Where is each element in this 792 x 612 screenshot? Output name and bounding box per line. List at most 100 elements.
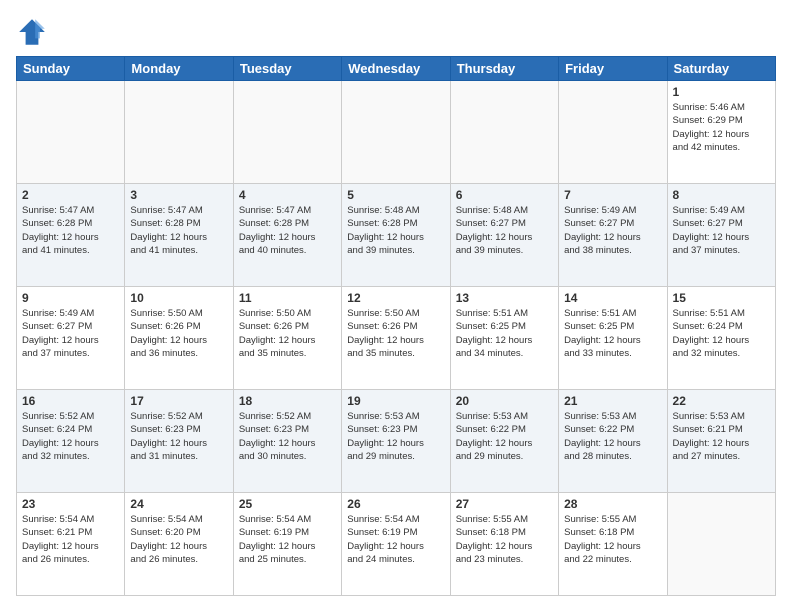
- day-info: Sunrise: 5:50 AM Sunset: 6:26 PM Dayligh…: [347, 307, 444, 360]
- day-info: Sunrise: 5:49 AM Sunset: 6:27 PM Dayligh…: [22, 307, 119, 360]
- calendar-cell: [342, 81, 450, 184]
- calendar-cell: [17, 81, 125, 184]
- calendar-cell: 8 Sunrise: 5:49 AM Sunset: 6:27 PM Daylig…: [667, 184, 775, 287]
- calendar-cell: [233, 81, 341, 184]
- calendar-cell: 22 Sunrise: 5:53 AM Sunset: 6:21 PM Dayli…: [667, 390, 775, 493]
- weekday-header-saturday: Saturday: [667, 57, 775, 81]
- day-number: 9: [22, 291, 119, 305]
- day-number: 1: [673, 85, 770, 99]
- day-number: 20: [456, 394, 553, 408]
- weekday-header-monday: Monday: [125, 57, 233, 81]
- day-info: Sunrise: 5:49 AM Sunset: 6:27 PM Dayligh…: [673, 204, 770, 257]
- day-number: 2: [22, 188, 119, 202]
- day-number: 6: [456, 188, 553, 202]
- day-info: Sunrise: 5:54 AM Sunset: 6:21 PM Dayligh…: [22, 513, 119, 566]
- day-number: 21: [564, 394, 661, 408]
- day-info: Sunrise: 5:53 AM Sunset: 6:21 PM Dayligh…: [673, 410, 770, 463]
- day-number: 17: [130, 394, 227, 408]
- calendar-cell: 18 Sunrise: 5:52 AM Sunset: 6:23 PM Dayli…: [233, 390, 341, 493]
- day-info: Sunrise: 5:52 AM Sunset: 6:24 PM Dayligh…: [22, 410, 119, 463]
- day-number: 24: [130, 497, 227, 511]
- day-info: Sunrise: 5:50 AM Sunset: 6:26 PM Dayligh…: [130, 307, 227, 360]
- day-info: Sunrise: 5:55 AM Sunset: 6:18 PM Dayligh…: [564, 513, 661, 566]
- calendar-cell: 23 Sunrise: 5:54 AM Sunset: 6:21 PM Dayli…: [17, 493, 125, 596]
- calendar-cell: 16 Sunrise: 5:52 AM Sunset: 6:24 PM Dayli…: [17, 390, 125, 493]
- calendar-cell: 19 Sunrise: 5:53 AM Sunset: 6:23 PM Dayli…: [342, 390, 450, 493]
- day-info: Sunrise: 5:47 AM Sunset: 6:28 PM Dayligh…: [130, 204, 227, 257]
- day-number: 19: [347, 394, 444, 408]
- day-number: 4: [239, 188, 336, 202]
- weekday-header-thursday: Thursday: [450, 57, 558, 81]
- calendar-cell: 15 Sunrise: 5:51 AM Sunset: 6:24 PM Dayli…: [667, 287, 775, 390]
- calendar-cell: 5 Sunrise: 5:48 AM Sunset: 6:28 PM Daylig…: [342, 184, 450, 287]
- week-row-3: 16 Sunrise: 5:52 AM Sunset: 6:24 PM Dayli…: [17, 390, 776, 493]
- day-number: 15: [673, 291, 770, 305]
- week-row-2: 9 Sunrise: 5:49 AM Sunset: 6:27 PM Daylig…: [17, 287, 776, 390]
- calendar-cell: 4 Sunrise: 5:47 AM Sunset: 6:28 PM Daylig…: [233, 184, 341, 287]
- day-info: Sunrise: 5:52 AM Sunset: 6:23 PM Dayligh…: [239, 410, 336, 463]
- day-number: 14: [564, 291, 661, 305]
- day-number: 12: [347, 291, 444, 305]
- day-number: 13: [456, 291, 553, 305]
- weekday-header-row: SundayMondayTuesdayWednesdayThursdayFrid…: [17, 57, 776, 81]
- day-number: 22: [673, 394, 770, 408]
- logo-icon: [16, 16, 48, 48]
- day-number: 5: [347, 188, 444, 202]
- day-number: 25: [239, 497, 336, 511]
- calendar-cell: 26 Sunrise: 5:54 AM Sunset: 6:19 PM Dayli…: [342, 493, 450, 596]
- day-info: Sunrise: 5:53 AM Sunset: 6:22 PM Dayligh…: [564, 410, 661, 463]
- day-info: Sunrise: 5:53 AM Sunset: 6:23 PM Dayligh…: [347, 410, 444, 463]
- day-info: Sunrise: 5:51 AM Sunset: 6:25 PM Dayligh…: [456, 307, 553, 360]
- weekday-header-friday: Friday: [559, 57, 667, 81]
- calendar-table: SundayMondayTuesdayWednesdayThursdayFrid…: [16, 56, 776, 596]
- day-info: Sunrise: 5:48 AM Sunset: 6:28 PM Dayligh…: [347, 204, 444, 257]
- day-number: 23: [22, 497, 119, 511]
- day-info: Sunrise: 5:54 AM Sunset: 6:19 PM Dayligh…: [239, 513, 336, 566]
- day-number: 3: [130, 188, 227, 202]
- week-row-1: 2 Sunrise: 5:47 AM Sunset: 6:28 PM Daylig…: [17, 184, 776, 287]
- day-info: Sunrise: 5:51 AM Sunset: 6:24 PM Dayligh…: [673, 307, 770, 360]
- day-info: Sunrise: 5:54 AM Sunset: 6:20 PM Dayligh…: [130, 513, 227, 566]
- calendar-cell: 2 Sunrise: 5:47 AM Sunset: 6:28 PM Daylig…: [17, 184, 125, 287]
- day-info: Sunrise: 5:52 AM Sunset: 6:23 PM Dayligh…: [130, 410, 227, 463]
- calendar-cell: 11Sunrise: 5:50 AM Sunset: 6:26 PM Dayli…: [233, 287, 341, 390]
- calendar-cell: 14 Sunrise: 5:51 AM Sunset: 6:25 PM Dayli…: [559, 287, 667, 390]
- calendar-cell: 7 Sunrise: 5:49 AM Sunset: 6:27 PM Daylig…: [559, 184, 667, 287]
- calendar-cell: 12 Sunrise: 5:50 AM Sunset: 6:26 PM Dayli…: [342, 287, 450, 390]
- day-info: Sunrise: 5:54 AM Sunset: 6:19 PM Dayligh…: [347, 513, 444, 566]
- week-row-0: 1 Sunrise: 5:46 AM Sunset: 6:29 PM Daylig…: [17, 81, 776, 184]
- day-number: 18: [239, 394, 336, 408]
- day-info: Sunrise: 5:55 AM Sunset: 6:18 PM Dayligh…: [456, 513, 553, 566]
- day-info: Sunrise: 5:48 AM Sunset: 6:27 PM Dayligh…: [456, 204, 553, 257]
- day-info: Sunrise: 5:51 AM Sunset: 6:25 PM Dayligh…: [564, 307, 661, 360]
- calendar-cell: 10 Sunrise: 5:50 AM Sunset: 6:26 PM Dayli…: [125, 287, 233, 390]
- day-number: 10: [130, 291, 227, 305]
- weekday-header-wednesday: Wednesday: [342, 57, 450, 81]
- calendar-cell: 28 Sunrise: 5:55 AM Sunset: 6:18 PM Dayli…: [559, 493, 667, 596]
- day-number: 8: [673, 188, 770, 202]
- calendar-cell: 9 Sunrise: 5:49 AM Sunset: 6:27 PM Daylig…: [17, 287, 125, 390]
- logo: [16, 16, 52, 48]
- calendar-cell: 17 Sunrise: 5:52 AM Sunset: 6:23 PM Dayli…: [125, 390, 233, 493]
- week-row-4: 23 Sunrise: 5:54 AM Sunset: 6:21 PM Dayli…: [17, 493, 776, 596]
- calendar-cell: 6 Sunrise: 5:48 AM Sunset: 6:27 PM Daylig…: [450, 184, 558, 287]
- calendar-cell: [559, 81, 667, 184]
- day-info: Sunrise: 5:49 AM Sunset: 6:27 PM Dayligh…: [564, 204, 661, 257]
- day-number: 16: [22, 394, 119, 408]
- day-number: 7: [564, 188, 661, 202]
- calendar-cell: 24 Sunrise: 5:54 AM Sunset: 6:20 PM Dayli…: [125, 493, 233, 596]
- day-info: Sunrise: 5:47 AM Sunset: 6:28 PM Dayligh…: [22, 204, 119, 257]
- day-number: 26: [347, 497, 444, 511]
- calendar-cell: [667, 493, 775, 596]
- day-info: Sunrise: 5:53 AM Sunset: 6:22 PM Dayligh…: [456, 410, 553, 463]
- calendar-cell: 25 Sunrise: 5:54 AM Sunset: 6:19 PM Dayli…: [233, 493, 341, 596]
- day-number: 27: [456, 497, 553, 511]
- day-number: 28: [564, 497, 661, 511]
- header: [16, 16, 776, 48]
- day-info: Sunrise: 5:46 AM Sunset: 6:29 PM Dayligh…: [673, 101, 770, 154]
- day-info: Sunrise: 5:47 AM Sunset: 6:28 PM Dayligh…: [239, 204, 336, 257]
- calendar-cell: 13 Sunrise: 5:51 AM Sunset: 6:25 PM Dayli…: [450, 287, 558, 390]
- calendar-cell: 1 Sunrise: 5:46 AM Sunset: 6:29 PM Daylig…: [667, 81, 775, 184]
- calendar-cell: [125, 81, 233, 184]
- weekday-header-sunday: Sunday: [17, 57, 125, 81]
